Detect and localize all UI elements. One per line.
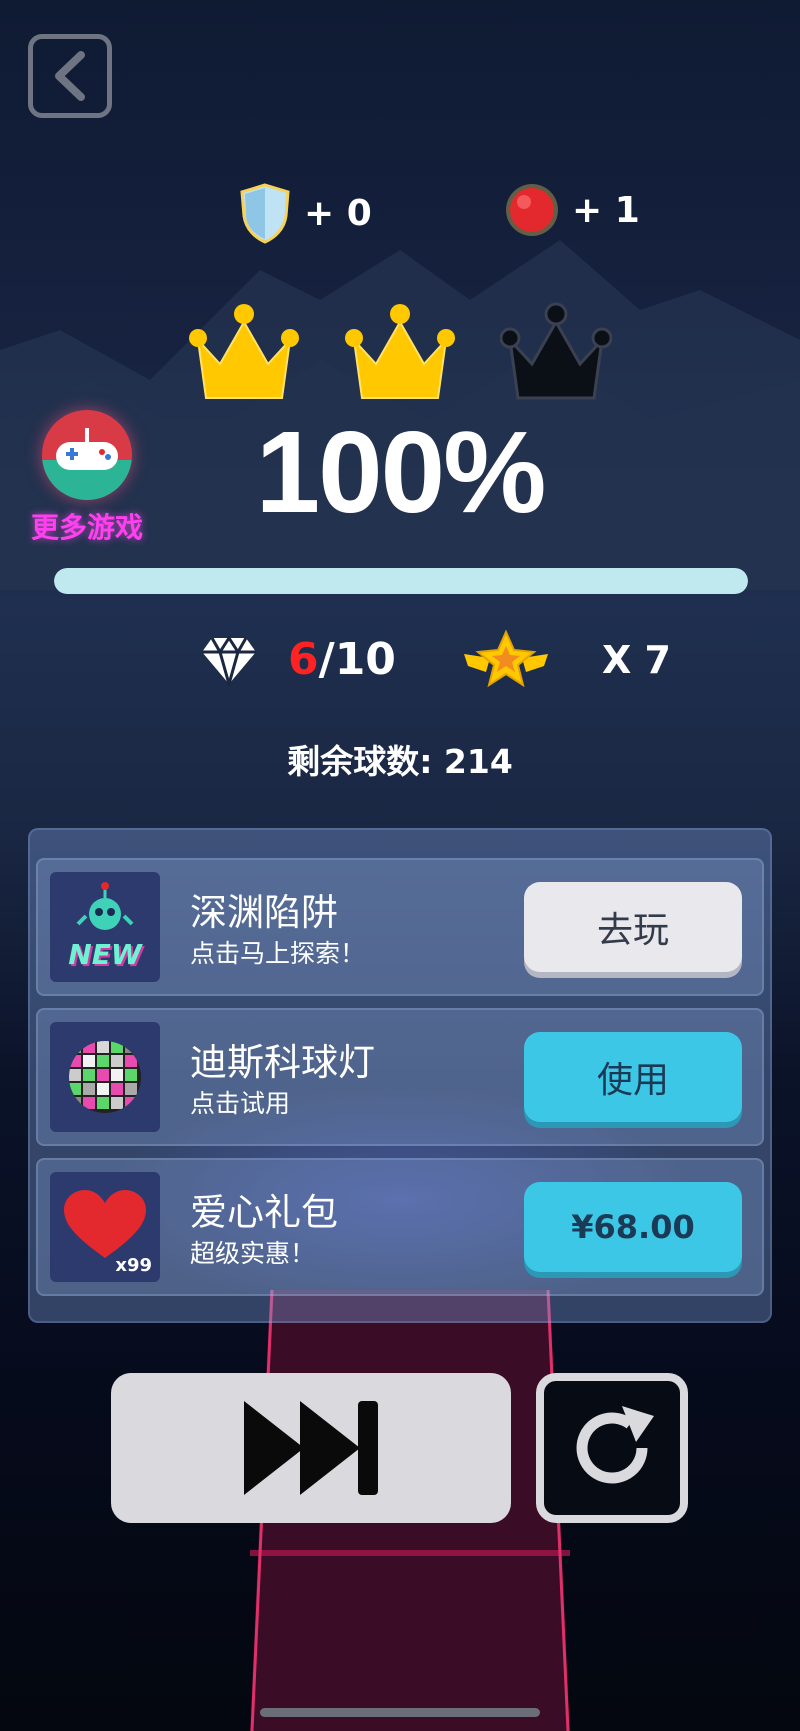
completion-percent: 100% <box>255 407 547 537</box>
ball-reward-count: + 1 <box>572 189 640 231</box>
diamond-icon <box>202 635 256 686</box>
offer-row-abyss-trap: NEW 深渊陷阱 点击马上探索！ 去玩 <box>36 858 764 996</box>
crown-icon-3-empty <box>500 302 612 400</box>
play-button[interactable]: 去玩 <box>524 882 742 972</box>
skip-button[interactable] <box>111 1373 511 1523</box>
offers-panel: NEW 深渊陷阱 点击马上探索！ 去玩 迪斯科球灯 点击试用 使用 x99 爱心… <box>28 828 772 1323</box>
offer-subtitle: 超级实惠！ <box>190 1239 316 1268</box>
crown-icon-2 <box>345 304 455 399</box>
retry-icon <box>576 1406 654 1484</box>
gems-total: /10 <box>318 634 396 685</box>
balls-left-label: 剩余球数: <box>287 742 433 781</box>
shield-reward: + 0 <box>238 182 372 244</box>
gems-collected: 6 <box>288 634 319 685</box>
offer-row-disco-ball: 迪斯科球灯 点击试用 使用 <box>36 1008 764 1146</box>
offer-subtitle: 点击试用 <box>190 1089 291 1118</box>
new-badge: NEW <box>68 938 142 971</box>
heart-quantity-badge: x99 <box>115 1255 152 1276</box>
new-game-thumb: NEW <box>50 872 160 982</box>
progress-fill <box>54 568 748 594</box>
back-arrow-icon <box>55 51 85 101</box>
offer-title: 爱心礼包 <box>190 1191 338 1234</box>
red-ball-icon <box>506 184 558 236</box>
shield-icon <box>240 183 290 244</box>
back-button[interactable] <box>28 34 112 118</box>
heart-pack-thumb: x99 <box>50 1172 160 1282</box>
progress-bar <box>54 568 748 594</box>
shield-reward-count: + 0 <box>304 192 372 234</box>
crown-icon-1 <box>189 304 299 399</box>
use-button[interactable]: 使用 <box>524 1032 742 1122</box>
balls-left-value: 214 <box>443 742 513 781</box>
home-indicator <box>260 1708 540 1717</box>
skip-forward-icon <box>244 1401 378 1495</box>
offer-row-love-pack: x99 爱心礼包 超级实惠！ ¥68.00 <box>36 1158 764 1296</box>
gem-count: 6/10 <box>288 634 396 685</box>
offer-title: 迪斯科球灯 <box>190 1041 375 1084</box>
disco-ball-thumb <box>50 1022 160 1132</box>
retry-button[interactable] <box>536 1373 688 1523</box>
offer-subtitle: 点击马上探索！ <box>190 939 366 968</box>
disco-ball-icon <box>69 1041 141 1113</box>
offer-title: 深渊陷阱 <box>190 891 338 934</box>
winged-star-icon <box>464 629 548 688</box>
ball-reward: + 1 <box>504 182 640 238</box>
buy-price-button[interactable]: ¥68.00 <box>524 1182 742 1272</box>
balls-left: 剩余球数: 214 <box>0 735 800 783</box>
stats-row: 6/10 X 7 <box>0 629 800 690</box>
star-multiplier: X 7 <box>602 638 671 682</box>
